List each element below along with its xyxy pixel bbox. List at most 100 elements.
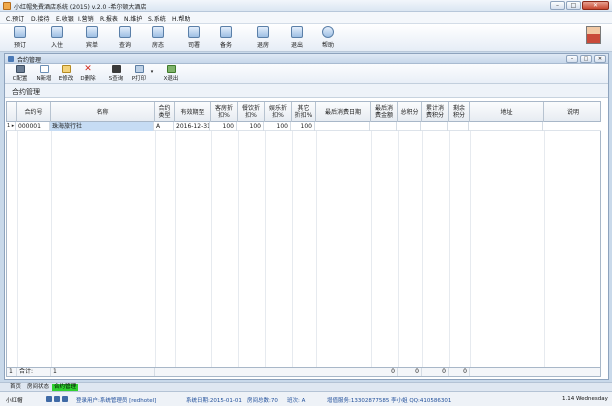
binoculars-icon [111,65,121,73]
avatar [586,26,601,44]
menu-maintenance[interactable]: N.维护 [124,14,142,23]
col-remain-points[interactable]: 剩余 积分 [449,102,470,122]
cell-cum-points[interactable] [421,122,448,131]
checkin-icon [51,26,63,38]
cell-total-points[interactable] [397,122,421,131]
cell-type[interactable]: A [154,122,174,131]
grid-line [544,131,545,367]
col-address[interactable]: 地址 [470,102,544,122]
cell-other-discount[interactable]: 100 [291,122,315,131]
room-status-button[interactable]: 房态 [146,26,170,50]
grid-line [155,131,156,367]
grid-line [238,131,239,367]
cell-dining-discount[interactable]: 100 [237,122,264,131]
grid-line [211,131,212,367]
menu-help[interactable]: H.帮助 [172,14,190,23]
status-app-name: 小红帽 [6,398,23,404]
col-dining-discount[interactable]: 餐饮折 扣% [238,102,265,122]
col-marker [7,102,17,122]
status-service: 增值服务:13302877585 李小姐 QQ:410586301 [327,398,452,404]
menu-reservation[interactable]: C.预订 [6,14,24,23]
col-contract-no[interactable]: 合约号 [17,102,51,122]
edit-button[interactable]: E修改 [57,65,75,83]
inner-minimize-button[interactable]: – [566,55,578,63]
minimize-button[interactable]: – [550,1,565,10]
menu-system[interactable]: S.系统 [148,14,166,23]
bill-button[interactable]: 宾单 [80,26,104,50]
cell-notes[interactable] [543,122,601,131]
grid-line [175,131,176,367]
col-name[interactable]: 名称 [51,102,155,122]
page-title: 合约管理 [5,84,608,98]
col-other-discount[interactable]: 其它 折扣% [292,102,316,122]
footer-label: 合计: [17,368,51,376]
main-toolbar: 预订 入住 宾单 查询 房态 司署 备务 退房 退出 帮助 [0,24,612,52]
close-button[interactable]: ✕ [582,1,609,10]
cell-remain-points[interactable] [448,122,469,131]
tab-room-status[interactable]: 房间状态 [25,384,51,391]
tab-home[interactable]: 首页 [8,384,23,391]
reserve-button[interactable]: 预订 [8,26,32,50]
menu-reports[interactable]: R.报表 [100,14,118,23]
window-icon [8,56,14,62]
bill-icon [86,26,98,38]
delete-icon: ✕ [84,64,92,74]
row-marker: 1 ▸ [7,122,16,131]
cell-room-discount[interactable]: 100 [210,122,237,131]
menu-marketing[interactable]: I.营销 [78,14,94,23]
settings-icon[interactable] [62,396,68,402]
help-button[interactable]: 帮助 [316,26,340,50]
user-icon[interactable] [54,396,60,402]
exit-button[interactable]: 退出 [285,26,309,50]
col-cum-points[interactable]: 累计消 费积分 [422,102,449,122]
contract-toolbar: C配置 N新增 E修改 ✕ D删除 S查询 P打印 ▾ X退出 [5,64,608,84]
service-button[interactable]: 备务 [214,26,238,50]
cell-contract-no[interactable]: 000001 [16,122,50,131]
cell-address[interactable] [469,122,543,131]
status-user: 登录用户:系统管理员 [redhotel] [76,398,157,404]
window-titlebar: 小红帽免費酒店系统 (2015) v.2.0 -希尔顿大酒店 – □ ✕ [0,0,612,12]
checkin-button[interactable]: 入住 [45,26,69,50]
status-room-count: 房间总数:70 [247,398,278,404]
new-button[interactable]: N新增 [35,65,53,83]
grid-line [422,131,423,367]
tab-contract[interactable]: 合约管理 [52,384,79,391]
print-icon [134,65,144,73]
menu-cashier[interactable]: E.收银 [56,14,74,23]
close-contract-button[interactable]: X退出 [161,65,181,83]
cell-expiry[interactable]: 2016-12-31 [174,122,210,131]
gear-icon [15,65,25,73]
col-expiry[interactable]: 有效期至 [175,102,211,122]
office-button[interactable]: 司署 [182,26,206,50]
col-type[interactable]: 合约 类型 [155,102,175,122]
col-notes[interactable]: 说明 [544,102,602,122]
col-last-date[interactable]: 最后消费日期 [316,102,371,122]
col-last-amount[interactable]: 最后消 费金额 [371,102,398,122]
grid-line [292,131,293,367]
cell-ent-discount[interactable]: 100 [264,122,291,131]
cell-last-date[interactable] [315,122,370,131]
col-room-discount[interactable]: 客房折 扣% [211,102,238,122]
col-ent-discount[interactable]: 娱乐折 扣% [265,102,292,122]
lock-icon[interactable] [46,396,52,402]
maximize-button[interactable]: □ [566,1,581,10]
inner-restore-button[interactable]: □ [580,55,592,63]
app-icon [3,2,11,10]
cell-last-amount[interactable] [370,122,397,131]
footer-count: 1 [51,368,155,376]
delete-button[interactable]: ✕ D删除 [79,65,97,83]
table-body [6,131,601,367]
find-button[interactable]: S查询 [107,65,125,83]
checkout-button[interactable]: 退房 [251,26,275,50]
status-shift: 班次: A [287,398,306,404]
query-button[interactable]: 查询 [113,26,137,50]
cell-name[interactable]: 珠海旅行社 [50,122,154,131]
col-total-points[interactable]: 总积分 [398,102,422,122]
inner-close-button[interactable]: ✕ [594,55,606,63]
config-button[interactable]: C配置 [11,65,29,83]
print-button[interactable]: P打印 [129,65,149,83]
status-date: 系统日期:2015-01-01 [186,398,242,404]
menu-reception[interactable]: D.接待 [31,14,50,23]
exit-icon [291,26,303,38]
table-row[interactable]: 1 ▸ 000001 珠海旅行社 A 2016-12-31 100 100 10… [6,122,601,131]
